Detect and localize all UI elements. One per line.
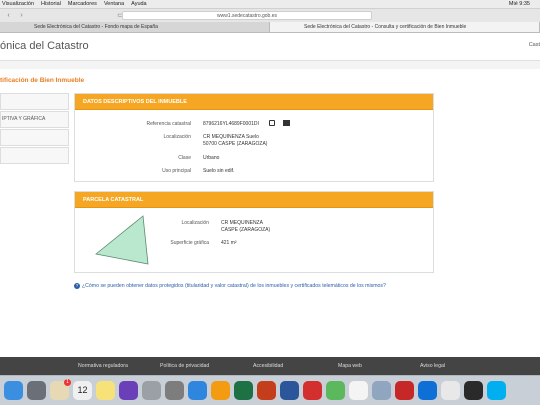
- site-title: ónica del Catastro: [0, 40, 89, 52]
- photos-icon[interactable]: [211, 381, 230, 400]
- parcel-loc-label: Localización: [181, 220, 209, 226]
- contacts-icon[interactable]: 1: [50, 379, 71, 400]
- address-bar[interactable]: www1.sedecatastro.gob.es: [122, 11, 372, 20]
- forward-icon[interactable]: ›: [17, 12, 26, 20]
- acrobat-icon[interactable]: [303, 381, 322, 400]
- parcela-catastral-panel: PARCELA CATASTRAL Localización CR MEQUIN…: [74, 191, 434, 273]
- superficie-label: Superficie gráfica: [170, 240, 209, 246]
- panel-title: DATOS DESCRIPTIVOS DEL INMUEBLE: [75, 94, 433, 110]
- music-icon[interactable]: [349, 381, 368, 400]
- uso-value: Suelo sin edif.: [203, 168, 235, 174]
- preview-icon[interactable]: [372, 381, 391, 400]
- tab-consulta[interactable]: Sede Electrónica del Catastro - Consulta…: [270, 22, 540, 32]
- footer-accesibilidad[interactable]: Accesibilidad: [253, 363, 283, 369]
- acrobat-reader-icon[interactable]: [395, 381, 414, 400]
- finder-icon[interactable]: [4, 381, 23, 400]
- maps-icon[interactable]: [326, 381, 345, 400]
- leftnav-item-1[interactable]: [0, 93, 69, 110]
- menu-marcadores[interactable]: Marcadores: [68, 1, 97, 7]
- help-icon: ?: [74, 283, 80, 289]
- skype-icon[interactable]: [487, 381, 506, 400]
- clase-value: Urbano: [203, 155, 220, 161]
- browser-toolbar: ‹ › ▭ www1.sedecatastro.gob.es: [0, 9, 540, 22]
- notification-badge: 1: [64, 379, 71, 386]
- calendar-icon[interactable]: 12: [73, 381, 92, 400]
- page-title: tificación de Bien Inmueble: [0, 77, 85, 84]
- teamviewer-icon[interactable]: [418, 381, 437, 400]
- clase-label: Clase: [178, 155, 191, 161]
- help-link-text[interactable]: ¿Cómo se pueden obtener datos protegidos…: [82, 283, 386, 289]
- language-link[interactable]: Cast: [529, 42, 540, 48]
- header-band: [0, 61, 540, 69]
- left-navigation: IPTIVA Y GRÁFICA: [0, 93, 69, 165]
- menu-ayuda[interactable]: Ayuda: [131, 1, 147, 7]
- footer-privacidad[interactable]: Política de privacidad: [160, 363, 209, 369]
- datos-descriptivos-panel: DATOS DESCRIPTIVOS DEL INMUEBLE Referenc…: [74, 93, 434, 182]
- loc-line2: 50700 CASPE (ZARAGOZA): [203, 141, 268, 147]
- word-icon[interactable]: [280, 381, 299, 400]
- loc-line1: CR MEQUINENZA Suelo: [203, 134, 259, 140]
- barcode-icon[interactable]: [283, 120, 290, 126]
- tab-bar: Sede Electrónica del Catastro - Fondo ma…: [0, 22, 540, 33]
- menu-ventana[interactable]: Ventana: [104, 1, 124, 7]
- chrome-icon[interactable]: [441, 381, 460, 400]
- notes-icon[interactable]: [96, 381, 115, 400]
- copy-icon[interactable]: [269, 120, 275, 126]
- powerpoint-icon[interactable]: [257, 381, 276, 400]
- panel-title: PARCELA CATASTRAL: [75, 192, 433, 208]
- ref-label: Referencia catastral: [146, 121, 191, 127]
- macos-menu-bar: Visualización Historial Marcadores Venta…: [0, 0, 540, 9]
- launchpad-icon[interactable]: [27, 381, 46, 400]
- footer-aviso-legal[interactable]: Aviso legal: [420, 363, 445, 369]
- site-footer: Normativa reguladora Política de privaci…: [0, 357, 540, 375]
- back-icon[interactable]: ‹: [4, 12, 13, 20]
- footer-normativa[interactable]: Normativa reguladora: [78, 363, 128, 369]
- leftnav-item-3[interactable]: [0, 129, 69, 146]
- quicktime-icon[interactable]: [464, 381, 483, 400]
- blocked-icon[interactable]: [142, 381, 161, 400]
- system-preferences-icon[interactable]: [165, 381, 184, 400]
- uso-label: Uso principal: [162, 168, 191, 174]
- safari-icon[interactable]: [188, 381, 207, 400]
- excel-icon[interactable]: [234, 381, 253, 400]
- menu-clock: Mié 9:35: [508, 1, 530, 7]
- tab-fondo-mapa[interactable]: Sede Electrónica del Catastro - Fondo ma…: [0, 22, 270, 32]
- menu-historial[interactable]: Historial: [41, 1, 61, 7]
- menu-visualizacion[interactable]: Visualización: [2, 1, 34, 7]
- parcel-loc-line1: CR MEQUINENZA: [221, 220, 263, 226]
- leftnav-item-4[interactable]: [0, 147, 69, 164]
- help-link[interactable]: ? ¿Cómo se pueden obtener datos protegido…: [74, 283, 386, 289]
- footer-mapa-web[interactable]: Mapa web: [338, 363, 362, 369]
- parcel-loc-line2: CASPE (ZARAGOZA): [221, 227, 271, 233]
- stars-icon[interactable]: [119, 381, 138, 400]
- loc-label: Localización: [163, 134, 191, 140]
- superficie-value: 421 m²: [221, 240, 237, 246]
- macos-dock: 1 12: [0, 375, 540, 405]
- ref-value: 8796216YL4689F0001DI: [203, 121, 259, 127]
- leftnav-item-descriptiva[interactable]: IPTIVA Y GRÁFICA: [0, 111, 69, 128]
